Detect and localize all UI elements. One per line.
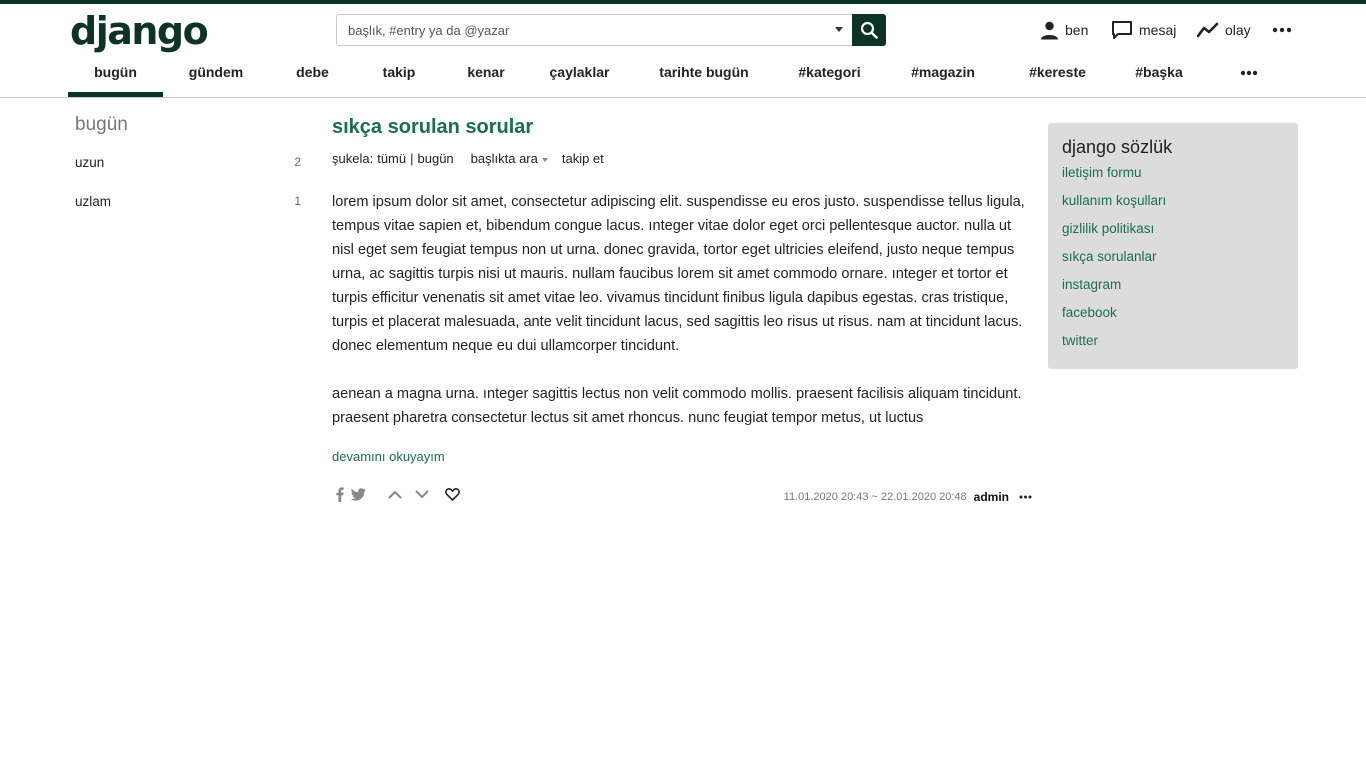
info-panel-title: django sözlük xyxy=(1062,137,1173,157)
upvote-icon xyxy=(388,490,402,498)
profile-link[interactable]: ben xyxy=(1040,18,1088,42)
instagram-link[interactable]: instagram xyxy=(1062,276,1284,304)
activity-icon xyxy=(1197,22,1219,38)
favorite-icon xyxy=(445,487,460,501)
favorite-button[interactable] xyxy=(445,487,460,501)
privacy-link[interactable]: gizlilik politikası xyxy=(1062,220,1284,248)
sukela-all-link[interactable]: tümü xyxy=(377,151,406,166)
topic-title[interactable]: sıkça sorulan sorular xyxy=(332,116,533,139)
nav-more-button[interactable] xyxy=(1209,58,1289,97)
search-input[interactable] xyxy=(337,15,837,45)
tab-kereste[interactable]: #kereste xyxy=(1006,58,1109,97)
nav-divider xyxy=(0,97,1366,98)
person-icon xyxy=(1041,21,1058,39)
entry-content: lorem ipsum dolor sit amet, consectetur … xyxy=(332,190,1032,430)
tab-kategori[interactable]: #kategori xyxy=(779,58,880,97)
topic-list: uzun 2 uzlam 1 xyxy=(75,153,302,231)
site-logo[interactable]: django xyxy=(70,8,209,54)
entry-author[interactable]: admin xyxy=(974,490,1009,504)
downvote-icon xyxy=(415,490,429,498)
entry-count: 1 xyxy=(294,194,301,208)
tab-bugun[interactable]: bugün xyxy=(68,58,163,97)
search-in-topic-dropdown[interactable]: başlıkta ara xyxy=(471,151,548,166)
chevron-down-icon[interactable] xyxy=(835,27,843,32)
share-facebook-button[interactable] xyxy=(336,486,344,502)
messages-link[interactable]: mesaj xyxy=(1111,18,1176,42)
tab-tarihte-bugun[interactable]: tarihte bugün xyxy=(629,58,779,97)
entry-menu-button[interactable] xyxy=(1019,495,1032,499)
top-accent-bar xyxy=(0,0,1366,4)
messages-label: mesaj xyxy=(1139,22,1177,38)
info-panel: django sözlük iletişim formu kullanım ko… xyxy=(1048,123,1298,369)
chevron-down-icon xyxy=(541,157,548,162)
entry-actions xyxy=(336,485,460,503)
sukela-today-link[interactable]: bugün xyxy=(418,151,454,166)
topic-label: uzun xyxy=(75,155,105,170)
entry-footer: 11.01.2020 20:43 ~ 22.01.2020 20:48 admi… xyxy=(784,490,1032,504)
tab-takip[interactable]: takip xyxy=(356,58,442,97)
follow-topic-link[interactable]: takip et xyxy=(562,151,604,166)
twitter-link[interactable]: twitter xyxy=(1062,332,1284,360)
search-in-topic-label: başlıkta ara xyxy=(470,151,538,166)
list-item[interactable]: uzlam 1 xyxy=(75,192,302,231)
activity-link[interactable]: olay xyxy=(1197,18,1251,42)
read-more-link[interactable]: devamını okuyayım xyxy=(332,449,445,464)
contact-form-link[interactable]: iletişim formu xyxy=(1062,164,1284,192)
search-bar xyxy=(336,14,886,46)
main-nav: bugün gündem debe takip kenar çaylaklar … xyxy=(68,58,1289,98)
downvote-button[interactable] xyxy=(415,490,429,499)
more-icon xyxy=(1019,495,1032,499)
topic-meta-bar: şukela: tümü | bugün başlıkta ara takip … xyxy=(332,151,604,166)
tab-caylaklar[interactable]: çaylaklar xyxy=(530,58,629,97)
tab-debe[interactable]: debe xyxy=(269,58,356,97)
profile-label: ben xyxy=(1065,22,1089,38)
left-frame-title: bugün xyxy=(75,114,128,135)
search-button[interactable] xyxy=(852,14,886,46)
activity-label: olay xyxy=(1225,22,1251,38)
more-menu-button[interactable] xyxy=(1272,18,1292,42)
tab-magazin[interactable]: #magazin xyxy=(880,58,1006,97)
terms-link[interactable]: kullanım koşulları xyxy=(1062,192,1284,220)
list-item[interactable]: uzun 2 xyxy=(75,153,302,192)
topic-label: uzlam xyxy=(75,194,112,209)
twitter-icon xyxy=(351,487,366,501)
tab-gundem[interactable]: gündem xyxy=(163,58,269,97)
entry-date[interactable]: 11.01.2020 20:43 ~ 22.01.2020 20:48 xyxy=(784,491,967,503)
sukela-separator: | xyxy=(410,151,414,166)
entry-paragraph: lorem ipsum dolor sit amet, consectetur … xyxy=(332,194,1025,354)
more-icon xyxy=(1272,27,1292,33)
more-icon xyxy=(1240,70,1258,76)
entry-count: 2 xyxy=(294,155,301,169)
faq-link[interactable]: sıkça sorulanlar xyxy=(1062,248,1284,276)
tab-baska[interactable]: #başka xyxy=(1109,58,1209,97)
tab-kenar[interactable]: kenar xyxy=(442,58,530,97)
share-twitter-button[interactable] xyxy=(351,487,366,501)
message-icon xyxy=(1112,21,1132,39)
sukela-label: şukela: xyxy=(332,151,374,166)
upvote-button[interactable] xyxy=(388,490,402,499)
facebook-link[interactable]: facebook xyxy=(1062,304,1284,332)
entry-paragraph: aenean a magna urna. ınteger sagittis le… xyxy=(332,386,1022,426)
facebook-icon xyxy=(336,486,344,502)
search-icon xyxy=(860,21,878,39)
